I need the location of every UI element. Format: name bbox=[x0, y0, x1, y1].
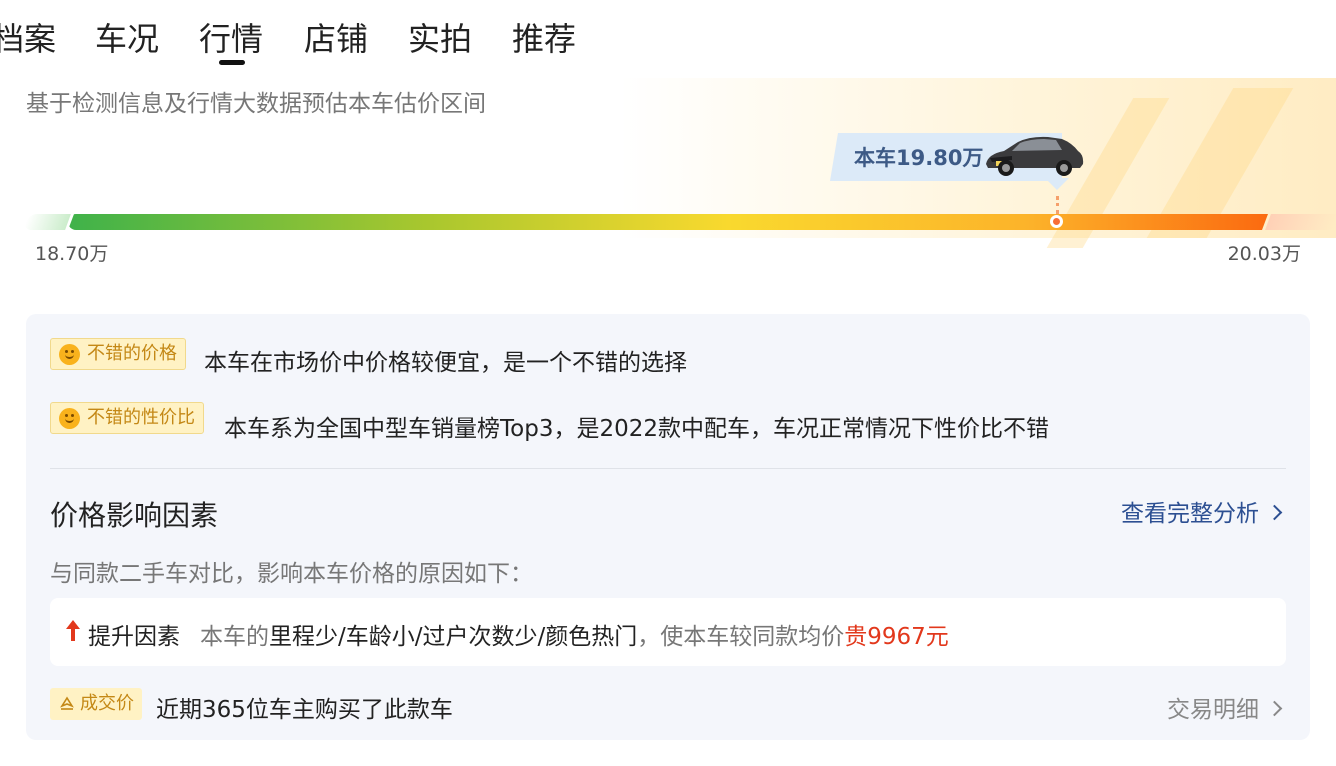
range-bar-fade-right bbox=[1265, 214, 1336, 230]
range-bar-fade-left bbox=[23, 214, 71, 230]
arrow-up-icon bbox=[66, 620, 80, 642]
badge-good-value-label: 不错的性价比 bbox=[87, 407, 195, 428]
tab-market[interactable]: 行情 bbox=[199, 14, 263, 60]
badge-good-price-label: 不错的价格 bbox=[87, 343, 177, 364]
tab-bar: 档案 车况 行情 店铺 实拍 推荐 bbox=[0, 0, 1336, 78]
badge-good-value: 不错的性价比 bbox=[50, 402, 204, 434]
price-marker-line bbox=[1056, 196, 1059, 214]
good-price-text: 本车在市场价中价格较便宜，是一个不错的选择 bbox=[204, 350, 687, 376]
tab-archive[interactable]: 档案 bbox=[0, 14, 56, 60]
smile-icon bbox=[59, 344, 80, 365]
raise-factor-prefix: 本车的 bbox=[200, 624, 269, 650]
transaction-details-link[interactable]: 交易明细 bbox=[1167, 690, 1283, 724]
price-analysis-card: 不错的价格 本车在市场价中价格较便宜，是一个不错的选择 不错的性价比 本车系为全… bbox=[26, 314, 1310, 740]
raise-factor-box: 提升因素 本车的里程少/车龄小/过户次数少/颜色热门，使本车较同款均价贵9967… bbox=[50, 598, 1286, 666]
deal-icon bbox=[60, 696, 74, 710]
divider bbox=[50, 468, 1286, 469]
view-full-analysis-link[interactable]: 查看完整分析 bbox=[1121, 494, 1283, 528]
car-icon bbox=[986, 136, 1084, 176]
raise-factor-text: 本车的里程少/车龄小/过户次数少/颜色热门，使本车较同款均价贵9967元 bbox=[200, 617, 949, 651]
good-value-text: 本车系为全国中型车销量榜Top3，是2022款中配车，车况正常情况下性价比不错 bbox=[224, 416, 1049, 442]
tab-recommend[interactable]: 推荐 bbox=[512, 14, 576, 60]
price-factors-title: 价格影响因素 bbox=[50, 499, 219, 532]
deal-summary-text: 近期365位车主购买了此款车 bbox=[156, 697, 453, 723]
deal-price-badge-label: 成交价 bbox=[80, 693, 134, 714]
badge-good-price: 不错的价格 bbox=[50, 338, 186, 370]
raise-factor-mid: ，使本车较同款均价 bbox=[637, 624, 845, 650]
current-price-marker bbox=[1050, 215, 1063, 228]
chevron-right-icon bbox=[1266, 504, 1283, 521]
price-range-subtitle: 基于检测信息及行情大数据预估本车估价区间 bbox=[26, 91, 486, 117]
current-price-label: 本车19.80万 bbox=[854, 146, 984, 170]
price-factors-description: 与同款二手车对比，影响本车价格的原因如下： bbox=[50, 561, 533, 587]
view-full-analysis-label: 查看完整分析 bbox=[1121, 501, 1259, 527]
price-range-bar bbox=[68, 214, 1268, 230]
smile-icon bbox=[59, 408, 80, 429]
raise-factor-label: 提升因素 bbox=[88, 624, 180, 650]
deal-price-badge: 成交价 bbox=[50, 688, 142, 720]
price-range-section: 基于检测信息及行情大数据预估本车估价区间 本车19.80万 18.70万 20.… bbox=[0, 78, 1336, 278]
tab-condition[interactable]: 车况 bbox=[95, 14, 159, 60]
range-max-label: 20.03万 bbox=[1227, 243, 1301, 265]
tab-active-indicator bbox=[219, 60, 245, 65]
chevron-right-icon bbox=[1266, 700, 1283, 717]
transaction-details-label: 交易明细 bbox=[1167, 697, 1259, 723]
raise-factor-items: 里程少/车龄小/过户次数少/颜色热门 bbox=[269, 624, 638, 650]
tab-shop[interactable]: 店铺 bbox=[304, 14, 368, 60]
tab-photos[interactable]: 实拍 bbox=[408, 14, 472, 60]
range-min-label: 18.70万 bbox=[35, 243, 109, 265]
raise-factor-amount: 贵9967元 bbox=[844, 624, 949, 650]
